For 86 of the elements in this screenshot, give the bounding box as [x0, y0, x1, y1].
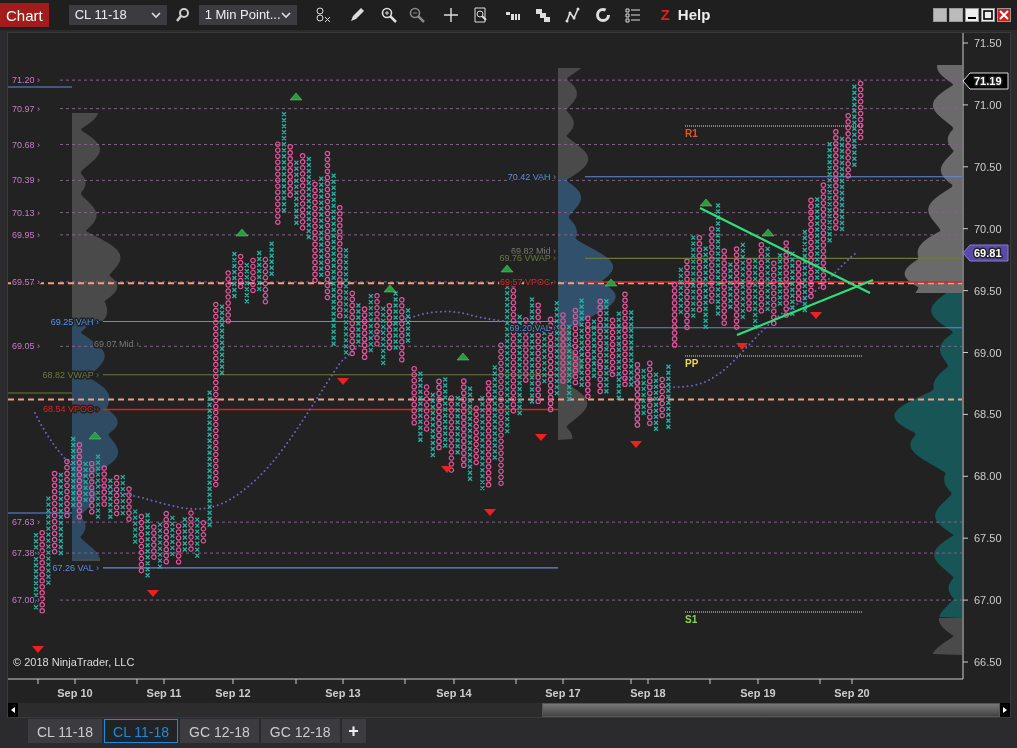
- profile-label: 69.25 VAH ›: [50, 316, 99, 327]
- date-axis-label: Sep 10: [57, 687, 93, 699]
- scroll-right-button[interactable]: [1000, 703, 1010, 717]
- price-axis-label: 68.00: [974, 470, 1002, 483]
- profile-line: [8, 86, 73, 88]
- interval-dropdown[interactable]: 1 Min Point...: [198, 5, 297, 25]
- date-axis-label: Sep 19: [740, 687, 776, 699]
- price-level-label: 71.20 ›: [12, 75, 41, 86]
- scroll-thumb[interactable]: [542, 703, 1000, 717]
- price-axis-label: 66.50: [974, 656, 1002, 668]
- down-triangle-marker: [810, 312, 822, 319]
- price-axis-label: 70.00: [974, 222, 1002, 235]
- price-level-label: 70.39 ›: [12, 175, 41, 186]
- down-triangle-marker: [484, 509, 496, 516]
- price-axis-label: 67.50: [974, 532, 1002, 545]
- price-axis-label: 71.00: [974, 98, 1002, 111]
- chart-button[interactable]: Chart: [0, 3, 49, 27]
- date-axis-label: Sep 13: [325, 687, 361, 699]
- chart-tab[interactable]: CL 11-18: [104, 719, 179, 743]
- price-axis-label: 67.00: [974, 594, 1002, 607]
- pivot-label: PP: [685, 358, 699, 369]
- price-axis-label: 68.50: [974, 408, 1002, 421]
- down-triangle-marker: [32, 646, 44, 653]
- close-button[interactable]: [997, 8, 1011, 22]
- price-axis-label: 69.50: [974, 284, 1002, 297]
- up-triangle-marker: [383, 284, 397, 293]
- price-marker: 71.19: [962, 72, 1009, 90]
- chart-tab[interactable]: GC 12-18: [180, 719, 259, 743]
- price-level-label: 67.38 ›: [12, 548, 41, 559]
- profile-label: 70.42 VAH ›: [507, 171, 556, 182]
- pivot-label: R1: [685, 128, 698, 139]
- profile-line: [8, 392, 73, 394]
- date-axis-label: Sep 11: [146, 687, 182, 699]
- price-level-label: 70.97 ›: [12, 103, 41, 114]
- profile-label: 69.07 Mid ›: [93, 338, 139, 349]
- minimize-button[interactable]: [965, 8, 979, 22]
- up-triangle-marker: [761, 228, 775, 237]
- close-icon: [999, 10, 1009, 20]
- up-triangle-marker: [456, 352, 470, 361]
- maximize-icon: [983, 10, 993, 20]
- minimize-icon: [968, 17, 976, 19]
- date-axis-label: Sep 12: [215, 687, 251, 699]
- price-marker: 69.81: [962, 244, 1009, 262]
- down-triangle-marker: [337, 378, 349, 385]
- up-triangle-marker: [235, 228, 249, 237]
- price-level-label: 69.05 ›: [12, 341, 41, 352]
- date-axis-label: Sep 20: [834, 687, 870, 699]
- chart-tab[interactable]: GC 12-18: [260, 719, 340, 743]
- down-triangle-marker: [736, 343, 748, 350]
- profile-label: 67.26 VAL ›: [52, 562, 99, 573]
- up-triangle-marker: [88, 431, 102, 440]
- chart-tab[interactable]: CL 11-18: [28, 719, 103, 743]
- caret-icon: [150, 11, 161, 19]
- price-level-label: 69.95 ›: [12, 229, 41, 240]
- instrument-dropdown[interactable]: CL 11-18: [68, 5, 167, 25]
- maximize-button[interactable]: [981, 8, 995, 22]
- left-arrow-icon: [11, 707, 15, 713]
- date-axis-label: Sep 18: [630, 687, 666, 699]
- price-level-label: 70.68 ›: [12, 139, 41, 150]
- pivot-label: S1: [685, 614, 698, 625]
- up-triangle-marker: [604, 278, 618, 287]
- up-triangle-marker: [500, 264, 514, 273]
- price-axis-label: 70.50: [974, 160, 1002, 173]
- down-triangle-marker: [535, 434, 547, 441]
- price-level-label: 70.13 ›: [12, 207, 41, 218]
- right-arrow-icon: [1003, 707, 1007, 713]
- profile-label: 69.76 VWAP ›: [499, 253, 556, 264]
- price-level-label: 67.00 ›: [12, 595, 41, 606]
- up-triangle-marker: [699, 198, 713, 207]
- help-menu[interactable]: Help: [673, 3, 715, 27]
- date-axis-label: Sep 17: [545, 687, 581, 699]
- price-level-label: 67.63 ›: [12, 517, 41, 528]
- price-axis-label: 69.00: [974, 346, 1002, 359]
- profile-label: 69.82 Mid ›: [510, 246, 556, 256]
- down-triangle-marker: [441, 466, 453, 473]
- price-axis-label: 71.50: [974, 37, 1002, 49]
- add-tab-button[interactable]: +: [341, 719, 366, 743]
- caret-icon: [280, 11, 291, 19]
- up-triangle-marker: [289, 92, 303, 101]
- date-axis-label: Sep 14: [436, 687, 472, 699]
- down-triangle-marker: [147, 590, 159, 597]
- profile-label: 68.54 VPOC ›: [42, 404, 99, 415]
- copyright-text: © 2018 NinjaTrader, LLC: [13, 656, 135, 668]
- profile-line: [8, 512, 73, 514]
- down-triangle-marker: [630, 441, 642, 448]
- scroll-left-button[interactable]: [8, 703, 18, 717]
